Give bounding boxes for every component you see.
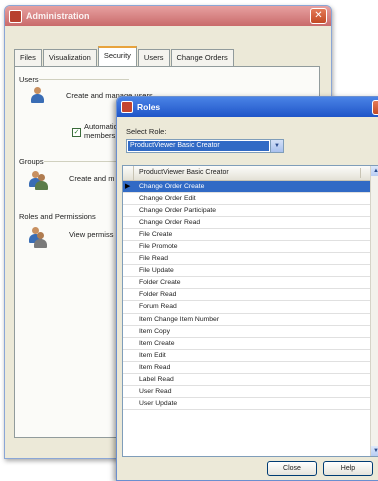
tab-files[interactable]: Files — [14, 49, 42, 66]
permission-row[interactable]: User Update — [123, 398, 370, 410]
permission-label: File Promote — [139, 243, 178, 251]
permission-row[interactable]: File Promote — [123, 241, 370, 254]
permission-label: Forum Read — [139, 303, 177, 311]
permission-row[interactable]: File Update — [123, 265, 370, 278]
column-separator[interactable] — [360, 168, 361, 178]
permission-label: Change Order Participate — [139, 207, 217, 215]
permission-row[interactable]: Label Read — [123, 374, 370, 386]
permission-label: Item Create — [139, 339, 175, 347]
help-button[interactable]: Help — [323, 461, 373, 476]
scroll-up-icon[interactable]: ▲ — [371, 166, 378, 176]
chevron-down-icon[interactable]: ▼ — [270, 140, 283, 152]
roles-icon-secondary — [34, 232, 47, 248]
permission-label: Folder Create — [139, 279, 181, 287]
groups-icon-secondary — [35, 174, 48, 190]
admin-tabs: Files Visualization Security Users Chang… — [14, 46, 235, 67]
permission-row[interactable]: Change Order Read — [123, 217, 370, 230]
permission-label: Item Read — [139, 363, 171, 371]
roles-title-bar[interactable]: Roles — [117, 97, 378, 117]
permission-row[interactable]: Item Create — [123, 338, 370, 350]
scroll-down-icon[interactable]: ▼ — [371, 446, 378, 456]
permission-row[interactable]: Item Read — [123, 362, 370, 374]
roles-description[interactable]: View permiss — [69, 230, 113, 239]
permission-label: Item Copy — [139, 327, 170, 335]
members-label: members — [84, 131, 116, 140]
administration-title-bar[interactable]: Administration ✕ — [5, 6, 331, 26]
automatic-label: Automatic — [84, 122, 118, 131]
section-divider — [39, 79, 129, 80]
permission-label: Item Change Item Number — [139, 315, 220, 323]
close-icon[interactable] — [372, 100, 378, 115]
permission-row[interactable]: User Read — [123, 386, 370, 398]
permission-label: File Create — [139, 231, 173, 239]
row-pointer-icon: ▶ — [125, 183, 131, 190]
roles-title: Roles — [137, 102, 161, 112]
permission-label: Item Edit — [139, 351, 166, 359]
administration-title: Administration — [26, 11, 90, 21]
permission-row[interactable]: Change Order Edit — [123, 193, 370, 206]
tab-change-orders[interactable]: Change Orders — [170, 49, 234, 66]
row-header-cell — [123, 166, 134, 180]
permissions-grid: ProductViewer Basic Creator ▶ Change Orde… — [122, 165, 378, 457]
permission-label: Folder Read — [139, 291, 177, 299]
permission-row[interactable]: Item Change Item Number — [123, 314, 370, 326]
roles-dialog: Roles Select Role: ProductViewer Basic C… — [116, 96, 378, 481]
close-icon[interactable]: ✕ — [310, 8, 327, 24]
groups-section-heading: Groups — [19, 157, 44, 166]
permission-label: Change Order Read — [139, 219, 201, 227]
grid-header: ProductViewer Basic Creator — [123, 166, 370, 181]
permission-row[interactable]: Item Copy — [123, 326, 370, 338]
tab-security[interactable]: Security — [97, 46, 137, 67]
tab-users[interactable]: Users — [137, 49, 170, 66]
app-icon — [121, 101, 133, 113]
role-select[interactable]: ProductViewer Basic Creator ▼ — [126, 139, 284, 153]
section-divider — [44, 161, 124, 162]
permission-label: File Read — [139, 255, 169, 263]
permission-label: User Read — [139, 387, 172, 395]
permission-label: Label Read — [139, 375, 174, 383]
roles-section-heading: Roles and Permissions — [19, 212, 96, 221]
permission-row[interactable]: ▶ Change Order Create — [123, 181, 370, 194]
permission-label: User Update — [139, 399, 178, 407]
permission-label: Change Order Edit — [139, 195, 196, 203]
select-role-label: Select Role: — [126, 127, 167, 136]
permission-label: Change Order Create — [139, 183, 205, 190]
permission-row[interactable]: File Read — [123, 253, 370, 266]
automatic-members-checkbox[interactable]: ✓ — [72, 128, 81, 137]
close-button[interactable]: Close — [267, 461, 317, 476]
permission-row[interactable]: Folder Read — [123, 289, 370, 302]
tab-visualization[interactable]: Visualization — [42, 49, 97, 66]
groups-description[interactable]: Create and m — [69, 174, 114, 183]
permissions-list: ▶ Change Order Create Change Order Edit Cha… — [123, 181, 370, 410]
permission-label: File Update — [139, 267, 174, 275]
permission-row[interactable]: Change Order Participate — [123, 205, 370, 218]
permission-row[interactable]: Item Edit — [123, 350, 370, 362]
permission-row[interactable]: Folder Create — [123, 277, 370, 290]
permission-row[interactable]: File Create — [123, 229, 370, 242]
grid-column-header[interactable]: ProductViewer Basic Creator — [139, 166, 229, 180]
vertical-scrollbar[interactable]: ▲ ▼ — [370, 166, 378, 456]
users-section-heading: Users — [19, 75, 39, 84]
permission-row[interactable]: Forum Read — [123, 301, 370, 314]
users-icon[interactable] — [31, 87, 44, 103]
role-select-value: ProductViewer Basic Creator — [128, 141, 269, 151]
app-icon — [9, 9, 22, 23]
